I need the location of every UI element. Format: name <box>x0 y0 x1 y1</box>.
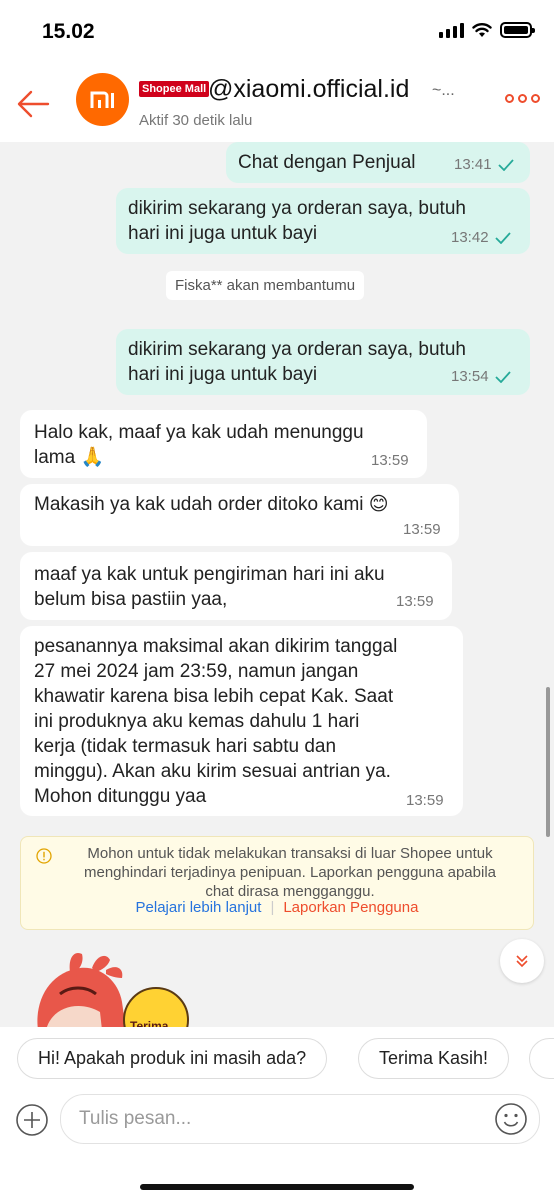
double-chevron-down-icon <box>516 955 528 968</box>
chat-area[interactable]: Chat dengan Penjual 13:41 dikirim sekara… <box>0 142 554 1027</box>
quick-replies-bar: Hi! Apakah produk ini masih ada? Terima … <box>0 1027 554 1090</box>
scrollbar[interactable] <box>546 687 550 837</box>
message-meta: 13:54 <box>451 368 511 385</box>
message-text: Makasih ya kak udah order ditoko kami 😊 <box>34 494 389 515</box>
message-bubble-incoming[interactable]: Makasih ya kak udah order ditoko kami 😊 <box>20 484 459 546</box>
check-icon <box>497 158 514 171</box>
safety-warning-banner: Mohon untuk tidak melakukan transaksi di… <box>20 836 534 930</box>
message-text-line: minggu). Akan aku kirim sesuai antrian y… <box>34 761 391 782</box>
shop-name-more[interactable]: ~... <box>432 82 455 100</box>
message-text-line: khawatir karena bisa lebih cepat Kak. Sa… <box>34 686 394 707</box>
message-meta: 13:41 <box>454 156 514 173</box>
home-indicator[interactable] <box>140 1184 414 1190</box>
message-time: 13:59 <box>406 792 444 809</box>
message-text-line: Halo kak, maaf ya kak udah menunggu <box>34 422 364 443</box>
message-meta: 13:42 <box>451 229 511 246</box>
shopee-mall-badge: Shopee Mall <box>139 81 210 97</box>
message-text: Chat dengan Penjual <box>238 152 416 173</box>
message-time: 13:42 <box>451 229 489 246</box>
status-time: 15.02 <box>42 20 95 43</box>
warning-links: Pelajari lebih lanjut | Laporkan Pengguna <box>21 898 533 917</box>
message-text-line: pesanannya maksimal akan dikirim tanggal <box>34 636 398 657</box>
quick-reply-chip[interactable]: Terima Kasih! <box>358 1038 510 1079</box>
check-icon <box>494 231 511 244</box>
message-time: 13:59 <box>371 452 409 469</box>
message-text-line: dikirim sekarang ya orderan saya, butuh <box>128 198 466 219</box>
add-attachment-icon[interactable] <box>15 1103 49 1137</box>
sticker-text: Terima <box>130 1019 169 1027</box>
message-time: 13:59 <box>403 521 441 538</box>
active-status: Aktif 30 detik lalu <box>139 112 253 129</box>
quick-reply-chip[interactable]: Hi! Apakah produk ini masih ada? <box>17 1038 328 1079</box>
message-bubble-outgoing[interactable]: dikirim sekarang ya orderan saya, butuh … <box>116 329 530 395</box>
message-input[interactable] <box>60 1094 540 1144</box>
message-text-line: 27 mei 2024 jam 23:59, namun jangan <box>34 661 359 682</box>
message-text-line: belum bisa pastiin yaa, <box>34 589 228 610</box>
shop-avatar[interactable] <box>76 73 129 126</box>
warning-text: Mohon untuk tidak melakukan transaksi di… <box>57 844 523 901</box>
message-time: 13:59 <box>396 593 434 610</box>
message-input-bar <box>0 1090 554 1200</box>
message-time: 13:41 <box>454 156 492 173</box>
status-bar: 15.02 <box>0 0 554 66</box>
message-bubble-incoming[interactable]: pesanannya maksimal akan dikirim tanggal… <box>20 626 463 816</box>
status-icons <box>439 22 535 38</box>
message-time: 13:54 <box>451 368 489 385</box>
message-text-line: dikirim sekarang ya orderan saya, butuh <box>128 339 466 360</box>
chat-header: Shopee Mall @xiaomi.official.id ~... Akt… <box>0 66 554 142</box>
message-bubble-incoming[interactable]: Halo kak, maaf ya kak udah menunggu lama… <box>20 410 427 478</box>
warning-info-icon <box>36 848 52 864</box>
warning-line: menghindari terjadinya penipuan. Laporka… <box>84 864 496 881</box>
message-text-line: kerja (tidak termasuk hari sabtu dan <box>34 736 337 757</box>
sticker-image[interactable]: Terima <box>30 950 200 1027</box>
link-divider: | <box>270 899 275 916</box>
message-bubble-incoming[interactable]: maaf ya kak untuk pengiriman hari ini ak… <box>20 552 452 620</box>
message-text-line: lama 🙏 <box>34 447 105 468</box>
warning-line: Mohon untuk tidak melakukan transaksi di… <box>87 845 493 862</box>
signal-icon <box>439 22 464 38</box>
back-arrow-icon[interactable] <box>14 84 54 124</box>
message-text-line: maaf ya kak untuk pengiriman hari ini ak… <box>34 564 385 585</box>
more-options-icon[interactable] <box>505 94 540 103</box>
mi-logo-icon <box>90 91 114 108</box>
message-text-line: ini produknya aku kemas dahulu 1 hari <box>34 711 360 732</box>
report-user-link[interactable]: Laporkan Pengguna <box>283 899 418 916</box>
wifi-icon <box>472 23 492 37</box>
agent-assigned-notice: Fiska** akan membantumu <box>166 271 365 300</box>
check-icon <box>494 370 511 383</box>
quick-reply-chip-partial[interactable] <box>529 1038 554 1079</box>
battery-icon <box>500 22 535 38</box>
shop-name[interactable]: @xiaomi.official.id <box>208 75 409 104</box>
emoji-icon[interactable] <box>494 1102 528 1136</box>
message-text-line: Mohon ditunggu yaa <box>34 786 207 807</box>
scroll-to-bottom-button[interactable] <box>500 939 544 983</box>
learn-more-link[interactable]: Pelajari lebih lanjut <box>136 899 262 916</box>
